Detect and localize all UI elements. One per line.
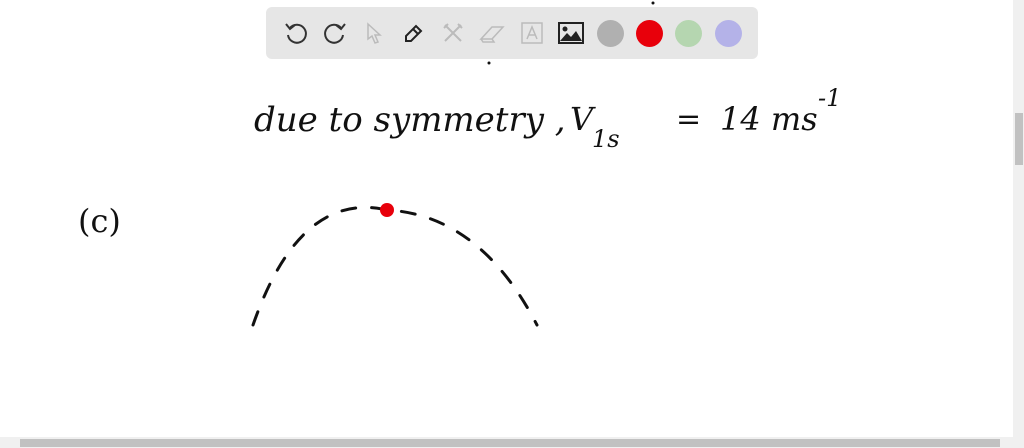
vertical-scrollbar-thumb[interactable] bbox=[1015, 113, 1023, 165]
ink-speck bbox=[651, 1, 655, 5]
horizontal-scrollbar-thumb[interactable] bbox=[20, 439, 1000, 447]
trajectory-sketch bbox=[251, 1, 655, 327]
projectile-dot bbox=[380, 203, 394, 217]
vertical-scrollbar[interactable] bbox=[1013, 0, 1024, 437]
dashed-trajectory-arc bbox=[251, 205, 539, 327]
horizontal-scrollbar[interactable] bbox=[0, 437, 1024, 448]
ink-speck bbox=[487, 61, 491, 65]
